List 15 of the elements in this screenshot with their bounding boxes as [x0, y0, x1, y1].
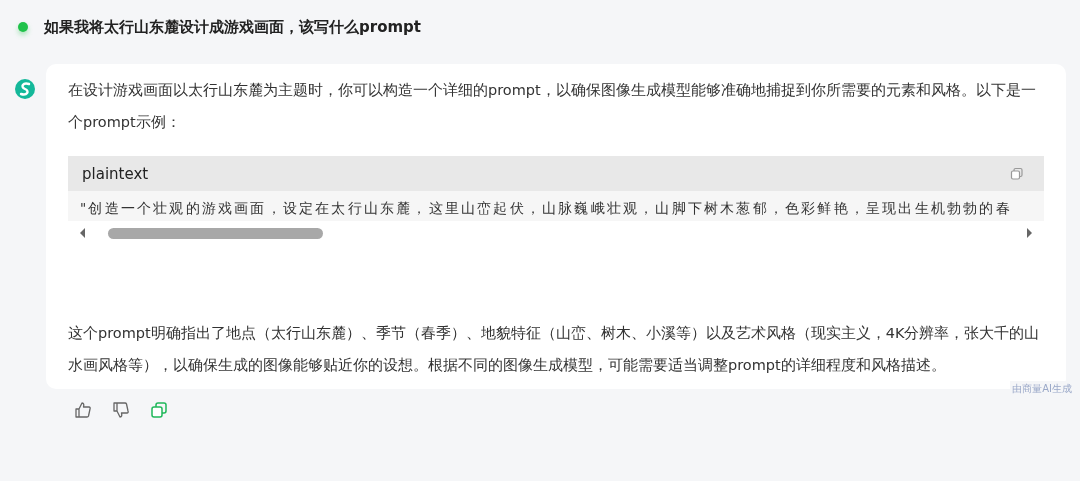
assistant-avatar-icon [14, 78, 36, 100]
copy-icon[interactable] [1010, 166, 1024, 181]
scrollbar-thumb[interactable] [108, 227, 323, 239]
answer-intro: 在设计游戏画面以太行山东麓为主题时，你可以构造一个详细的prompt，以确保图像生成模型能够准确地捕捉到你所需要的元素和风格。以下是一个prompt示例： [68, 81, 1037, 132]
thumbs-down-icon[interactable] [112, 401, 130, 419]
user-dot-icon [18, 22, 28, 32]
code-language: plaintext [82, 164, 149, 183]
scroll-right-arrow-icon[interactable] [1024, 227, 1034, 239]
question-text: 如果我将太行山东麓设计成游戏画面，该写什么prompt [44, 17, 421, 37]
copy-icon[interactable] [150, 401, 168, 419]
thumbs-up-icon[interactable] [74, 401, 92, 419]
scroll-left-arrow-icon[interactable] [78, 227, 88, 239]
answer-conclusion: 这个prompt明确指出了地点（太行山东麓）、季节（春季）、地貌特征（山峦、树木、小溪等）以及艺术风格（现实主义，4K分辨率，张大千的山水画风格等），以确保生成的图像能够贴近你的设想。根据不同的图像生成模型，可能需要适当调整prompt的详细程度和风格描述。 [68, 324, 1041, 375]
ai-generated-label: 由商量AI生成 [1010, 381, 1074, 397]
code-text: "创造一个壮观的游戏画面，设定在太行山东麓，这里山峦起伏，山脉巍峨壮观，山脚下树木葱郁，色彩鲜艳，呈现出生机勃勃的春 [80, 200, 1012, 216]
